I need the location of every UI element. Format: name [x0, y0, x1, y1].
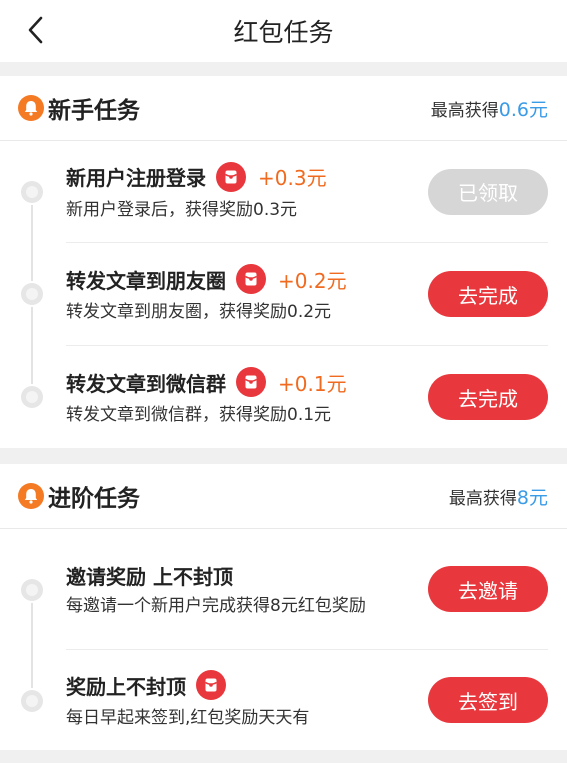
red-packet-icon	[236, 367, 266, 398]
back-button[interactable]	[18, 12, 54, 48]
task-name: 奖励上不封顶	[66, 674, 186, 699]
task-description: 转发文章到朋友圈，获得奖励0.2元	[66, 302, 332, 323]
complete-button[interactable]: 去完成	[428, 271, 548, 317]
invite-button[interactable]: 去邀请	[428, 566, 548, 612]
task-description: 每日早起来签到,红包奖励天天有	[66, 708, 310, 729]
section-newbie-tasks: 新手任务 最高获得0.6元 新用户注册登录 +0.3元 新用户登录后，获得奖励0…	[0, 76, 567, 448]
page-title: 红包任务	[233, 18, 334, 47]
task-name: 邀请奖励 上不封顶	[66, 564, 233, 589]
timeline-dot-icon	[19, 281, 45, 307]
task-name: 转发文章到朋友圈	[66, 268, 226, 293]
max-reward-label: 最高获得	[448, 488, 517, 509]
bell-icon	[18, 95, 44, 121]
task-reward: +0.2元	[278, 268, 347, 293]
task-item: 邀请奖励 上不封顶 每邀请一个新用户完成获得8元红包奖励 去邀请	[0, 529, 567, 650]
section-advanced-tasks: 进阶任务 最高获得8元 邀请奖励 上不封顶 每邀请一个新用户完成获得8元红包奖励…	[0, 464, 567, 750]
checkin-button[interactable]: 去签到	[428, 677, 548, 723]
task-list: 邀请奖励 上不封顶 每邀请一个新用户完成获得8元红包奖励 去邀请 奖励上不封顶 …	[0, 529, 567, 750]
task-description: 每邀请一个新用户完成获得8元红包奖励	[66, 595, 366, 616]
max-reward: 最高获得8元	[449, 483, 548, 510]
max-reward: 最高获得0.6元	[431, 95, 548, 122]
max-reward-label: 最高获得	[430, 100, 499, 121]
task-description: 新用户登录后，获得奖励0.3元	[66, 199, 298, 220]
timeline-dot-icon	[19, 688, 45, 714]
chevron-left-icon	[28, 16, 43, 44]
task-item: 转发文章到朋友圈 +0.2元 转发文章到朋友圈，获得奖励0.2元 去完成	[0, 243, 567, 346]
timeline-dot-icon	[19, 384, 45, 410]
red-packet-icon	[196, 670, 226, 701]
bell-icon	[18, 483, 44, 509]
header-bar: 红包任务	[0, 0, 567, 62]
task-reward: +0.1元	[278, 371, 347, 396]
red-packet-icon	[236, 264, 266, 295]
section-header: 新手任务 最高获得0.6元	[0, 76, 567, 141]
max-reward-value: 0.6元	[498, 98, 548, 121]
task-item: 转发文章到微信群 +0.1元 转发文章到微信群，获得奖励0.1元 去完成	[0, 346, 567, 448]
claimed-button[interactable]: 已领取	[428, 168, 548, 215]
task-reward: +0.3元	[258, 166, 327, 191]
timeline-dot-icon	[19, 577, 45, 603]
section-title: 进阶任务	[48, 486, 140, 512]
complete-button[interactable]: 去完成	[428, 374, 548, 420]
timeline-dot-icon	[19, 179, 45, 205]
task-name: 转发文章到微信群	[66, 371, 226, 396]
section-title: 新手任务	[48, 98, 140, 124]
task-item: 新用户注册登录 +0.3元 新用户登录后，获得奖励0.3元 已领取	[0, 141, 567, 243]
task-description: 转发文章到微信群，获得奖励0.1元	[66, 405, 332, 426]
red-packet-icon	[216, 161, 246, 192]
section-header: 进阶任务 最高获得8元	[0, 464, 567, 529]
task-list: 新用户注册登录 +0.3元 新用户登录后，获得奖励0.3元 已领取 转发文章到朋…	[0, 141, 567, 448]
max-reward-value: 8元	[516, 486, 548, 509]
task-item: 奖励上不封顶 每日早起来签到,红包奖励天天有 去签到	[0, 650, 567, 750]
task-name: 新用户注册登录	[66, 166, 206, 191]
